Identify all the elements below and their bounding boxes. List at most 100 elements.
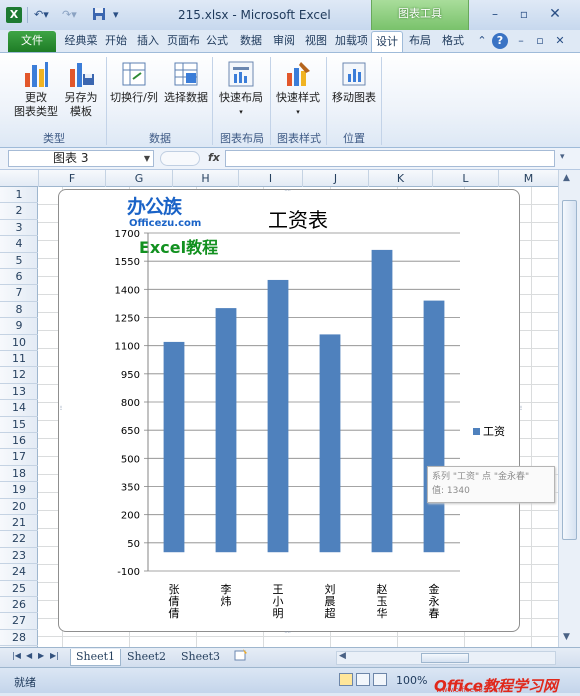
save-icon[interactable] <box>92 7 106 26</box>
name-box[interactable]: 图表 3 ▼ <box>8 150 154 167</box>
select-data-button[interactable]: 选择数据 <box>162 59 210 105</box>
row-header[interactable]: 5 <box>0 253 38 269</box>
row-header[interactable]: 14 <box>0 400 38 417</box>
name-box-dropdown-icon[interactable]: ▼ <box>144 151 150 166</box>
horizontal-scrollbar[interactable]: ◀ <box>336 651 556 665</box>
row-header[interactable]: 27 <box>0 613 38 630</box>
first-sheet-icon[interactable]: |◀ <box>12 651 21 660</box>
row-header[interactable]: 11 <box>0 351 38 368</box>
column-header[interactable]: G <box>105 170 172 187</box>
redo-icon[interactable]: ↷▾ <box>62 7 77 23</box>
vertical-scroll-thumb[interactable] <box>562 200 577 540</box>
row-header[interactable]: 1 <box>0 187 38 204</box>
horizontal-scroll-thumb[interactable] <box>421 653 469 663</box>
row-header[interactable]: 3 <box>0 220 38 237</box>
row-header[interactable]: 20 <box>0 499 38 515</box>
select-all-corner[interactable] <box>0 170 38 187</box>
last-sheet-icon[interactable]: ▶| <box>50 651 59 660</box>
row-header[interactable]: 2 <box>0 203 38 220</box>
bar[interactable] <box>267 279 289 553</box>
tab-formulas[interactable]: 公式 <box>203 31 231 52</box>
plot-area[interactable]: -100 50 200 350 500 650 800 950 1100 1250 1400 1550… <box>90 225 470 625</box>
tab-classic-menu[interactable]: 经典菜单 <box>62 31 100 52</box>
column-header[interactable]: H <box>172 170 238 187</box>
doc-restore-icon[interactable]: ▫ <box>532 33 548 49</box>
bar[interactable] <box>423 300 445 553</box>
row-header[interactable]: 21 <box>0 515 38 532</box>
change-chart-type-button[interactable]: 更改 图表类型 <box>12 59 60 119</box>
column-header[interactable]: J <box>302 170 368 187</box>
column-header[interactable]: I <box>238 170 302 187</box>
customize-qat-icon[interactable]: ▾ <box>113 7 119 23</box>
formula-bar-splitter[interactable] <box>160 151 200 166</box>
tab-review[interactable]: 审阅 <box>270 31 298 52</box>
row-header[interactable]: 4 <box>0 236 38 253</box>
column-header[interactable]: F <box>38 170 105 187</box>
chart-resize-handle-left[interactable]: ··· <box>56 405 65 410</box>
sheet-tab-sheet3[interactable]: Sheet3 <box>176 649 225 666</box>
row-header[interactable]: 28 <box>0 630 38 647</box>
normal-view-icon[interactable] <box>339 673 353 686</box>
row-header[interactable]: 17 <box>0 449 38 466</box>
doc-minimize-icon[interactable]: – <box>513 33 529 49</box>
scroll-left-icon[interactable]: ◀ <box>339 651 346 661</box>
chart-legend[interactable]: 工资 <box>473 423 505 439</box>
chart-resize-handle-bottom[interactable]: ···· <box>284 628 291 637</box>
save-as-template-button[interactable]: 另存为 模板 <box>60 59 102 119</box>
row-header[interactable]: 23 <box>0 548 38 565</box>
row-header[interactable]: 15 <box>0 417 38 433</box>
switch-row-column-button[interactable]: 切换行/列 <box>108 59 160 105</box>
sheet-tab-sheet2[interactable]: Sheet2 <box>122 649 171 666</box>
row-header[interactable]: 16 <box>0 433 38 450</box>
page-break-view-icon[interactable] <box>373 673 387 686</box>
move-chart-button[interactable]: 移动图表 <box>330 59 378 105</box>
minimize-icon[interactable]: – <box>481 4 509 24</box>
tab-page-layout[interactable]: 页面布局 <box>167 31 199 52</box>
row-header[interactable]: 6 <box>0 269 38 286</box>
tab-file[interactable]: 文件 <box>8 31 56 52</box>
doc-close-icon[interactable]: ✕ <box>552 33 568 49</box>
insert-sheet-icon[interactable] <box>229 649 253 666</box>
row-header[interactable]: 8 <box>0 302 38 319</box>
row-header[interactable]: 24 <box>0 564 38 581</box>
row-header[interactable]: 18 <box>0 466 38 483</box>
minimize-ribbon-icon[interactable]: ⌃ <box>474 33 490 49</box>
row-header[interactable]: 19 <box>0 482 38 499</box>
bar[interactable] <box>319 334 341 553</box>
sheet-tab-sheet1[interactable]: Sheet1 <box>70 649 122 666</box>
row-header[interactable]: 13 <box>0 384 38 401</box>
row-header[interactable]: 12 <box>0 367 38 384</box>
row-header[interactable]: 26 <box>0 597 38 614</box>
column-header[interactable]: L <box>432 170 498 187</box>
vertical-scrollbar[interactable]: ▲ ▼ <box>558 170 580 647</box>
close-icon[interactable]: ✕ <box>541 4 569 24</box>
chart-resize-handle-right[interactable]: ··· <box>516 405 525 410</box>
quick-layout-button[interactable]: 快速布局 ▾ <box>215 59 267 119</box>
scroll-down-icon[interactable]: ▼ <box>563 632 570 642</box>
insert-function-icon[interactable]: fx <box>208 151 220 164</box>
tab-design[interactable]: 设计 <box>371 31 403 52</box>
formula-input[interactable] <box>225 150 555 167</box>
next-sheet-icon[interactable]: ▶ <box>38 651 44 660</box>
column-header[interactable]: K <box>368 170 432 187</box>
zoom-level[interactable]: 100% <box>396 674 427 687</box>
column-header[interactable]: M <box>498 170 558 187</box>
row-header[interactable]: 25 <box>0 581 38 597</box>
tab-layout[interactable]: 布局 <box>405 31 435 52</box>
bar[interactable] <box>371 249 393 553</box>
bar[interactable] <box>163 341 185 553</box>
bar[interactable] <box>215 308 237 553</box>
undo-icon[interactable]: ↶▾ <box>34 7 49 23</box>
tab-format[interactable]: 格式 <box>438 31 468 52</box>
tab-view[interactable]: 视图 <box>302 31 330 52</box>
tab-addins[interactable]: 加载项 <box>335 31 367 52</box>
expand-formula-bar-icon[interactable]: ▾ <box>560 152 565 162</box>
prev-sheet-icon[interactable]: ◀ <box>26 651 32 660</box>
row-header[interactable]: 7 <box>0 285 38 302</box>
quick-styles-button[interactable]: 快速样式 ▾ <box>274 59 322 119</box>
scroll-up-icon[interactable]: ▲ <box>563 173 570 183</box>
maximize-icon[interactable]: ▫ <box>510 4 538 24</box>
tab-data[interactable]: 数据 <box>237 31 265 52</box>
help-icon[interactable]: ? <box>492 33 508 49</box>
page-layout-view-icon[interactable] <box>356 673 370 686</box>
